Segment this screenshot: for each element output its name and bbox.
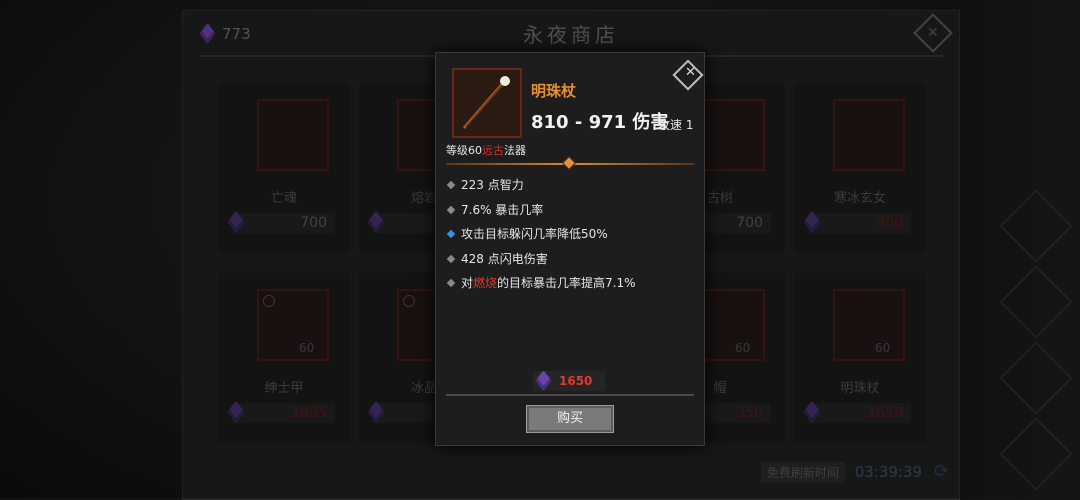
staff-icon	[462, 76, 510, 129]
item-level-line: 等级60远古法器	[446, 144, 526, 157]
item-thumbnail	[452, 68, 522, 138]
attribute-line: 223 点智力	[446, 177, 696, 202]
bullet-icon	[446, 278, 456, 288]
item-damage: 810 - 971 伤害	[531, 112, 669, 133]
bullet-icon	[446, 180, 456, 190]
modal-price: 1650	[533, 370, 605, 391]
item-quality: 远古	[482, 144, 504, 157]
attribute-line: 对燃烧的目标暴击几率提高7.1%	[446, 275, 696, 300]
item-detail-modal: ✕ 明珠杖 810 - 971 伤害 攻速 1 等级60远古法器 223 点智力…	[435, 52, 705, 446]
gem-icon	[535, 370, 552, 391]
bullet-icon	[446, 229, 456, 239]
attribute-line: 攻击目标躲闪几率降低50%	[446, 226, 696, 251]
buy-button[interactable]: 购买	[526, 405, 614, 433]
divider	[446, 394, 694, 396]
close-icon: ✕	[685, 65, 696, 81]
bullet-icon	[446, 205, 456, 214]
divider-ornament	[561, 155, 577, 171]
bullet-icon	[446, 254, 456, 263]
modal-close-button[interactable]: ✕	[672, 59, 704, 91]
item-name: 明珠杖	[531, 82, 577, 100]
attribute-line: 428 点闪电伤害	[446, 251, 696, 276]
attribute-line: 7.6% 暴击几率	[446, 202, 696, 227]
attribute-list: 223 点智力 7.6% 暴击几率 攻击目标躲闪几率降低50% 428 点闪电伤…	[446, 177, 696, 300]
item-attack-speed: 攻速 1	[658, 118, 694, 132]
